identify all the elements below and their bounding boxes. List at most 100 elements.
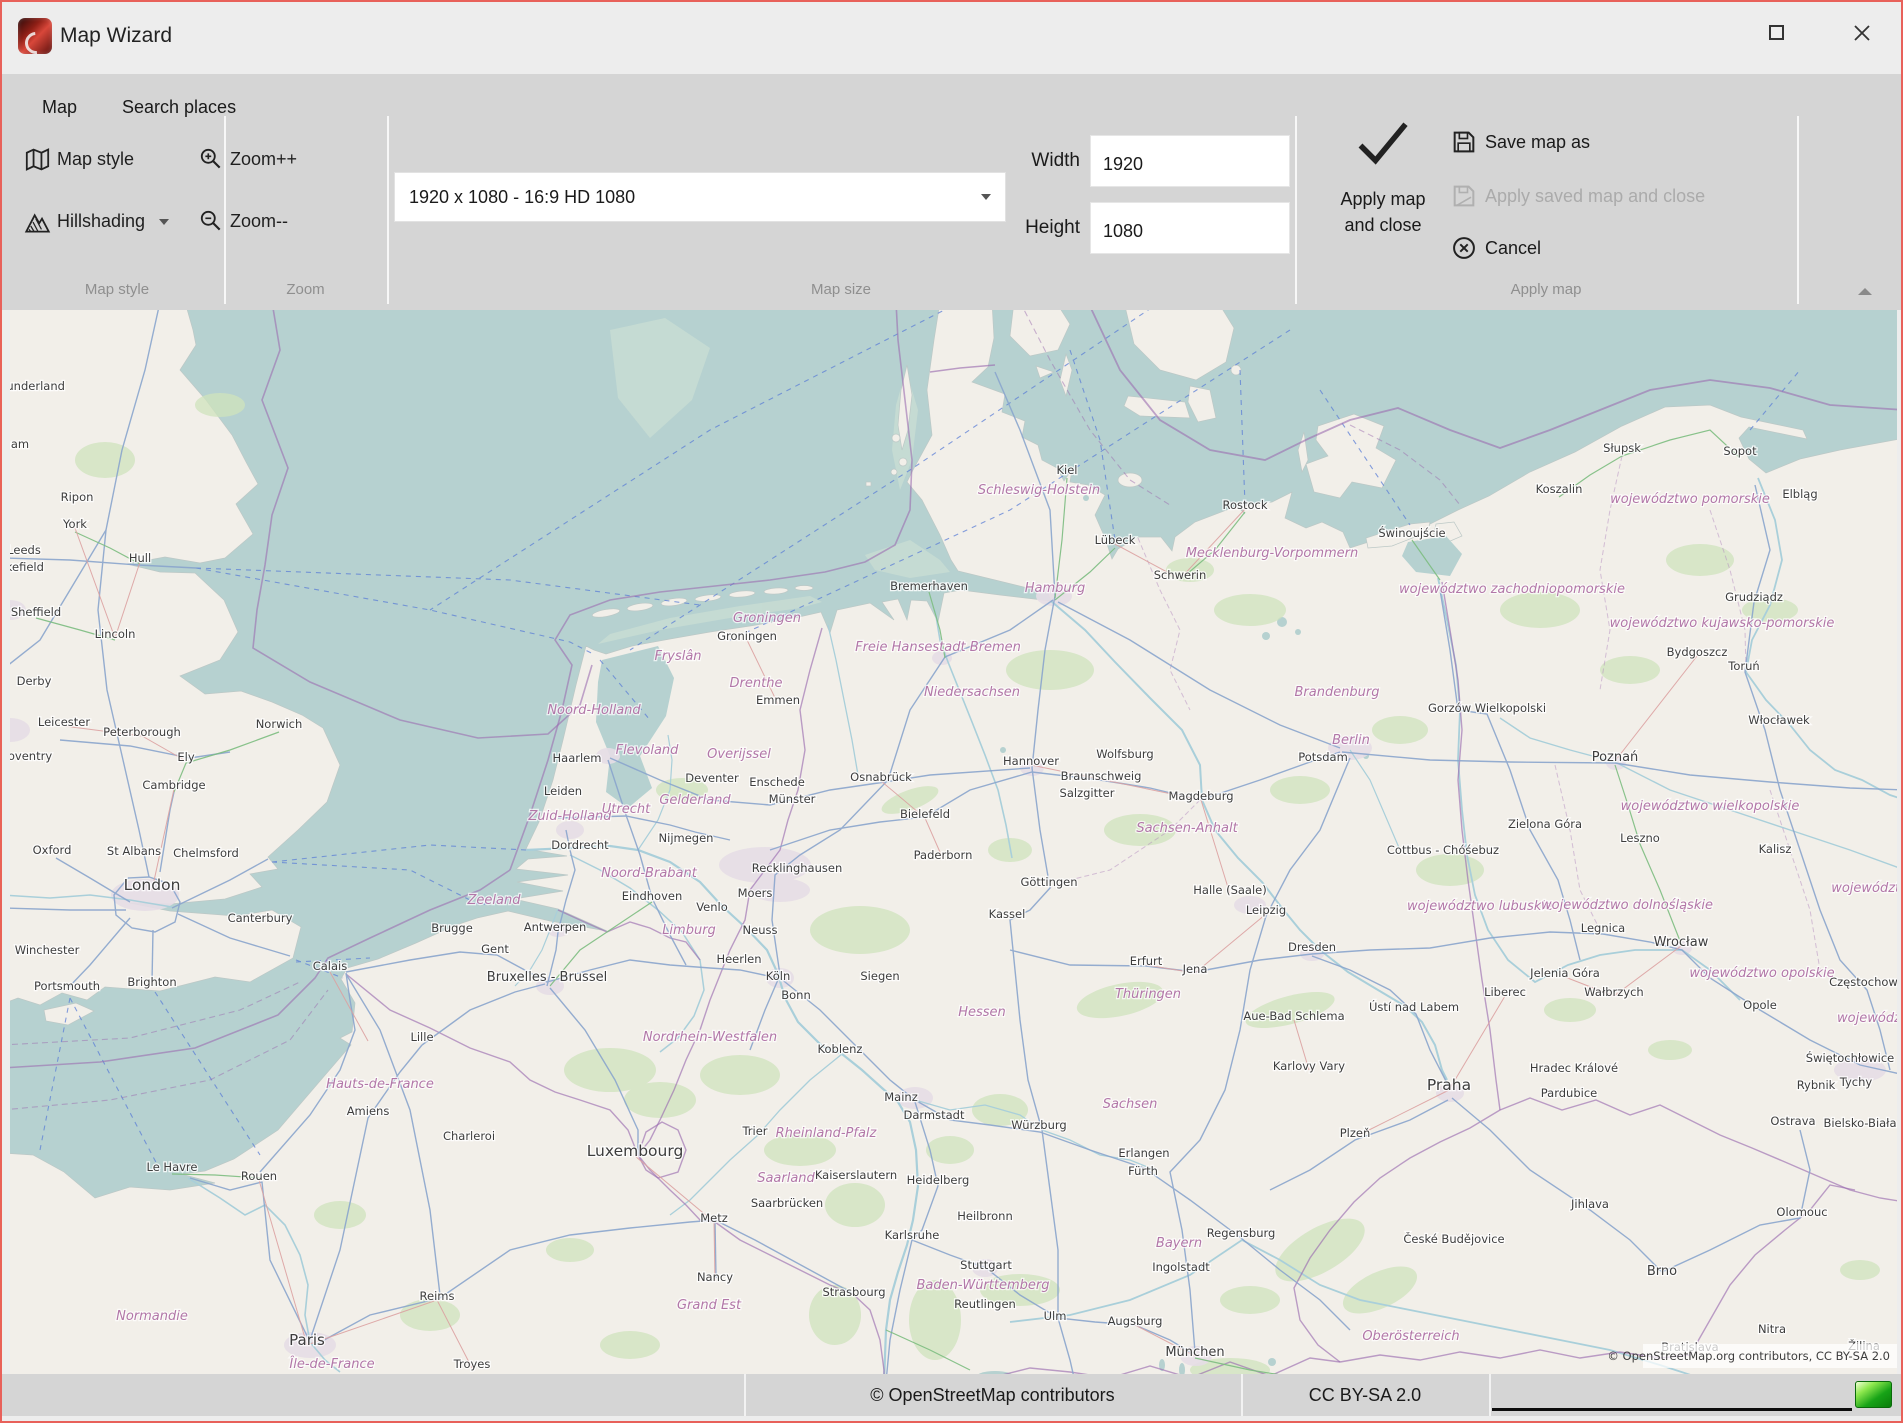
map-label-region: Bayern: [1156, 1236, 1202, 1251]
map-label-city: Münster: [769, 792, 816, 806]
zoom-in-button[interactable]: Zoom++: [198, 146, 297, 172]
map-attribution-text: © OpenStreetMap.org contributors, CC BY-…: [1607, 1349, 1890, 1363]
map-label-city: Wolfsburg: [1096, 747, 1153, 761]
map-label-city: York: [62, 517, 87, 531]
folded-map-icon: [24, 146, 51, 173]
map-label-city: Dresden: [1288, 940, 1336, 954]
map-label-city: Coventry: [10, 749, 52, 763]
map-label-city: Bydgoszcz: [1667, 645, 1728, 659]
map-label-city: Włocławek: [1748, 713, 1810, 727]
progress-line: [1492, 1408, 1852, 1411]
map-label-city: Nitra: [1758, 1322, 1786, 1336]
map-label-region: Hamburg: [1025, 581, 1086, 596]
map-label-region: województwo lubuskie: [1407, 899, 1553, 914]
zoom-out-label: Zoom--: [230, 211, 288, 232]
map-label-city: Metz: [700, 1211, 728, 1225]
map-size-preset-select[interactable]: 1920 x 1080 - 16:9 HD 1080: [394, 172, 1006, 222]
map-label-city: Bremerhaven: [890, 579, 968, 593]
status-bar: © OpenStreetMap contributors CC BY-SA 2.…: [2, 1374, 1901, 1416]
map-label-city: Leicester: [38, 715, 90, 729]
map-label-city: Leeds: [10, 543, 41, 557]
map-label-city: Rouen: [241, 1169, 277, 1183]
save-map-as-button[interactable]: Save map as: [1450, 128, 1590, 156]
map-label-city: Saarbrücken: [751, 1196, 823, 1210]
map-label-city: Sopot: [1723, 444, 1757, 458]
map-label-city: Ripon: [61, 490, 94, 504]
mountain-icon: [24, 208, 51, 235]
group-caption-zoom: Zoom: [224, 276, 387, 302]
map-label-city: Paderborn: [914, 848, 973, 862]
map-viewport[interactable]: SunderlandDurhamRiponYorkLeedsWakefieldH…: [10, 310, 1897, 1374]
collapse-ribbon-button[interactable]: [1858, 288, 1872, 295]
map-label-city: Würzburg: [1011, 1118, 1066, 1132]
map-label-city: Lincoln: [95, 627, 136, 641]
map-label-city: St Albans: [107, 844, 161, 858]
checkmark-icon: [1352, 118, 1414, 168]
map-label-city: Luxembourg: [587, 1142, 684, 1160]
map-label-city: Erfurt: [1130, 954, 1163, 968]
group-caption-map-size: Map size: [387, 276, 1295, 302]
map-label-city: Ely: [177, 750, 194, 764]
map-label-region: Zuid-Holland: [527, 809, 612, 824]
map-wizard-window: Map Wizard Map Search places Map style H…: [0, 0, 1903, 1423]
map-label-city: Enschede: [749, 775, 805, 789]
map-canvas: SunderlandDurhamRiponYorkLeedsWakefieldH…: [10, 310, 1897, 1374]
map-label-city: Ulm: [1044, 1309, 1067, 1323]
map-label-region: Normandie: [116, 1309, 188, 1324]
close-button[interactable]: [1840, 16, 1884, 52]
map-style-button[interactable]: Map style: [24, 146, 134, 173]
map-label-city: Leszno: [1620, 831, 1660, 845]
map-label-region: Mecklenburg-Vorpommern: [1186, 546, 1359, 561]
map-label-city: Reims: [420, 1289, 455, 1303]
map-label-city: Troyes: [453, 1357, 491, 1371]
map-label-city: Köln: [766, 969, 791, 983]
map-label-city: Augsburg: [1108, 1314, 1163, 1328]
map-label-city: Portsmouth: [34, 979, 100, 993]
app-logo-icon: [18, 18, 52, 54]
cancel-button[interactable]: Cancel: [1450, 234, 1541, 262]
map-label-city: Elbląg: [1782, 487, 1817, 501]
map-label-city: Magdeburg: [1168, 789, 1233, 803]
map-label-city: Rostock: [1222, 498, 1267, 512]
map-label-city: Brno: [1647, 1264, 1677, 1279]
tab-map[interactable]: Map: [42, 92, 77, 122]
apply-saved-map-button[interactable]: Apply saved map and close: [1450, 182, 1705, 210]
tab-search-places[interactable]: Search places: [122, 92, 236, 122]
map-label-city: Opole: [1743, 998, 1777, 1012]
map-label-region: Gelderland: [659, 793, 731, 808]
apply-map-and-close-button[interactable]: Apply map and close: [1304, 118, 1462, 298]
map-label-city: Cottbus - Chóśebuz: [1387, 843, 1499, 857]
map-label-region: Île-de-France: [289, 1356, 374, 1372]
map-label-city: Kaiserslautern: [815, 1168, 897, 1182]
map-label-city: Liberec: [1484, 985, 1526, 999]
map-label-city: Brighton: [127, 975, 176, 989]
map-label-city: Canterbury: [228, 911, 293, 925]
map-label-region: Freie Hansestadt Bremen: [855, 640, 1021, 655]
maximize-button[interactable]: [1754, 16, 1798, 52]
map-label-region: województwo łódzkie: [1831, 881, 1897, 896]
maximize-icon: [1769, 25, 1784, 40]
map-label-city: Moers: [738, 886, 773, 900]
map-label-city: Hannover: [1003, 754, 1059, 768]
zoom-out-button[interactable]: Zoom--: [198, 208, 288, 234]
map-label-city: Kassel: [989, 907, 1026, 921]
map-label-city: Gorzów Wielkopolski: [1428, 701, 1546, 715]
map-label-region: województwo wielkopolskie: [1621, 799, 1800, 814]
circle-x-icon: [1450, 234, 1478, 262]
map-label-city: Eindhoven: [622, 889, 683, 903]
map-label-city: Hradec Králové: [1530, 1061, 1618, 1075]
map-label-city: Calais: [313, 959, 348, 973]
map-label-region: województwo dolnośląskie: [1541, 898, 1713, 913]
map-style-label: Map style: [57, 149, 134, 170]
map-label-city: Recklinghausen: [752, 861, 843, 875]
map-label-city: Wakefield: [10, 560, 44, 574]
map-label-city: Charleroi: [443, 1129, 495, 1143]
status-attribution: © OpenStreetMap contributors: [744, 1374, 1241, 1416]
apply-saved-map-label: Apply saved map and close: [1485, 186, 1705, 207]
map-label-city: Braunschweig: [1061, 769, 1142, 783]
map-label-region: Saarland: [757, 1171, 815, 1186]
height-input[interactable]: [1090, 202, 1290, 254]
map-label-city: Venlo: [696, 900, 728, 914]
width-input[interactable]: [1090, 135, 1290, 187]
hillshading-button[interactable]: Hillshading: [24, 208, 169, 235]
